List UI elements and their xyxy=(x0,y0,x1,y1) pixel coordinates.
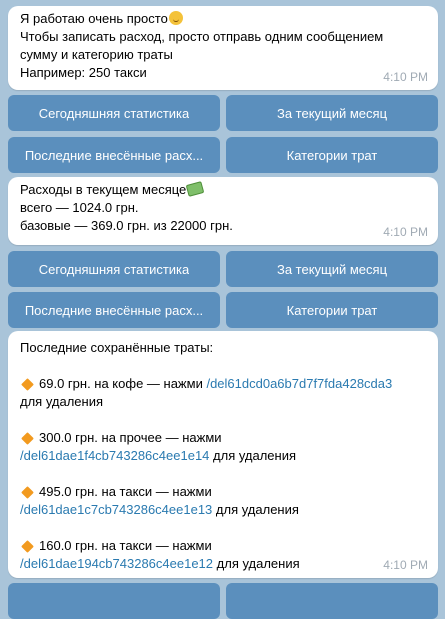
message-header: Последние сохранённые траты: xyxy=(20,340,214,355)
bot-message-intro: Я работаю очень просто Чтобы записать ра… xyxy=(8,6,438,90)
bot-message-last-expenses: Последние сохранённые траты: 69.0 грн. н… xyxy=(8,331,438,578)
inline-keyboard-row: Сегодняшняя статистика За текущий месяц xyxy=(8,95,438,131)
expense-item-suffix: для удаления xyxy=(212,502,299,517)
message-text: Я работаю очень просто xyxy=(20,11,168,26)
message-text: сумму и категорию траты xyxy=(20,47,173,62)
delete-command-link[interactable]: /del61dae1c7cb743286c4ee1e13 xyxy=(20,502,212,517)
last-entries-button[interactable]: Последние внесённые расх... xyxy=(8,137,220,173)
expense-item-suffix: для удаления xyxy=(20,394,104,409)
today-stats-button[interactable]: Сегодняшняя статистика xyxy=(8,95,220,131)
today-stats-button[interactable]: Сегодняшняя статистика xyxy=(8,251,220,287)
expense-item-suffix: для удаления xyxy=(209,448,297,463)
inline-keyboard-row: Последние внесённые расх... Категории тр… xyxy=(8,137,438,173)
expense-item: 495.0 грн. на такси — нажми xyxy=(20,483,428,501)
expense-item: 300.0 грн. на прочее — нажми xyxy=(20,429,428,447)
keyboard-button-partial[interactable] xyxy=(8,583,220,619)
delete-command-link[interactable]: /del61dae1f4cb743286c4ee1e14 xyxy=(20,448,209,463)
delete-command-link[interactable]: /del61dcd0a6b7d7f7fda428cda3 xyxy=(206,376,392,391)
keyboard-button-partial[interactable] xyxy=(226,583,438,619)
orange-diamond-icon xyxy=(21,539,34,553)
current-month-button[interactable]: За текущий месяц xyxy=(226,95,438,131)
orange-diamond-icon xyxy=(21,377,34,391)
message-time: 4:10 PM xyxy=(383,558,428,572)
message-text: базовые — 369.0 грн. из 22000 грн. xyxy=(20,218,233,233)
money-with-wings-icon xyxy=(185,181,205,197)
message-text: Расходы в текущем месяце xyxy=(20,182,187,197)
message-text: Например: 250 такси xyxy=(20,65,147,80)
inline-keyboard-row: Сегодняшняя статистика За текущий месяц xyxy=(8,251,438,287)
categories-button[interactable]: Категории трат xyxy=(226,137,438,173)
orange-diamond-icon xyxy=(21,431,34,445)
message-time: 4:10 PM xyxy=(383,225,428,239)
message-time: 4:10 PM xyxy=(383,70,428,84)
inline-keyboard-row: Последние внесённые расх... Категории тр… xyxy=(8,292,438,328)
expense-item: 69.0 грн. на кофе — нажми /del61dcd0a6b7… xyxy=(20,375,428,393)
message-text: всего — 1024.0 грн. xyxy=(20,200,139,215)
delete-command-link[interactable]: /del61dae194cb743286c4ee1e12 xyxy=(20,556,213,571)
orange-diamond-icon xyxy=(21,485,34,499)
current-month-button[interactable]: За текущий месяц xyxy=(226,251,438,287)
smirking-face-icon xyxy=(168,11,183,25)
bot-message-month-expenses: Расходы в текущем месяце всего — 1024.0 … xyxy=(8,177,438,245)
inline-keyboard-row xyxy=(8,583,438,619)
expense-item-suffix: для удаления xyxy=(213,556,300,571)
last-entries-button[interactable]: Последние внесённые расх... xyxy=(8,292,220,328)
message-text: Чтобы записать расход, просто отправь од… xyxy=(20,29,384,44)
expense-item: 160.0 грн. на такси — нажми xyxy=(20,537,428,555)
categories-button[interactable]: Категории трат xyxy=(226,292,438,328)
